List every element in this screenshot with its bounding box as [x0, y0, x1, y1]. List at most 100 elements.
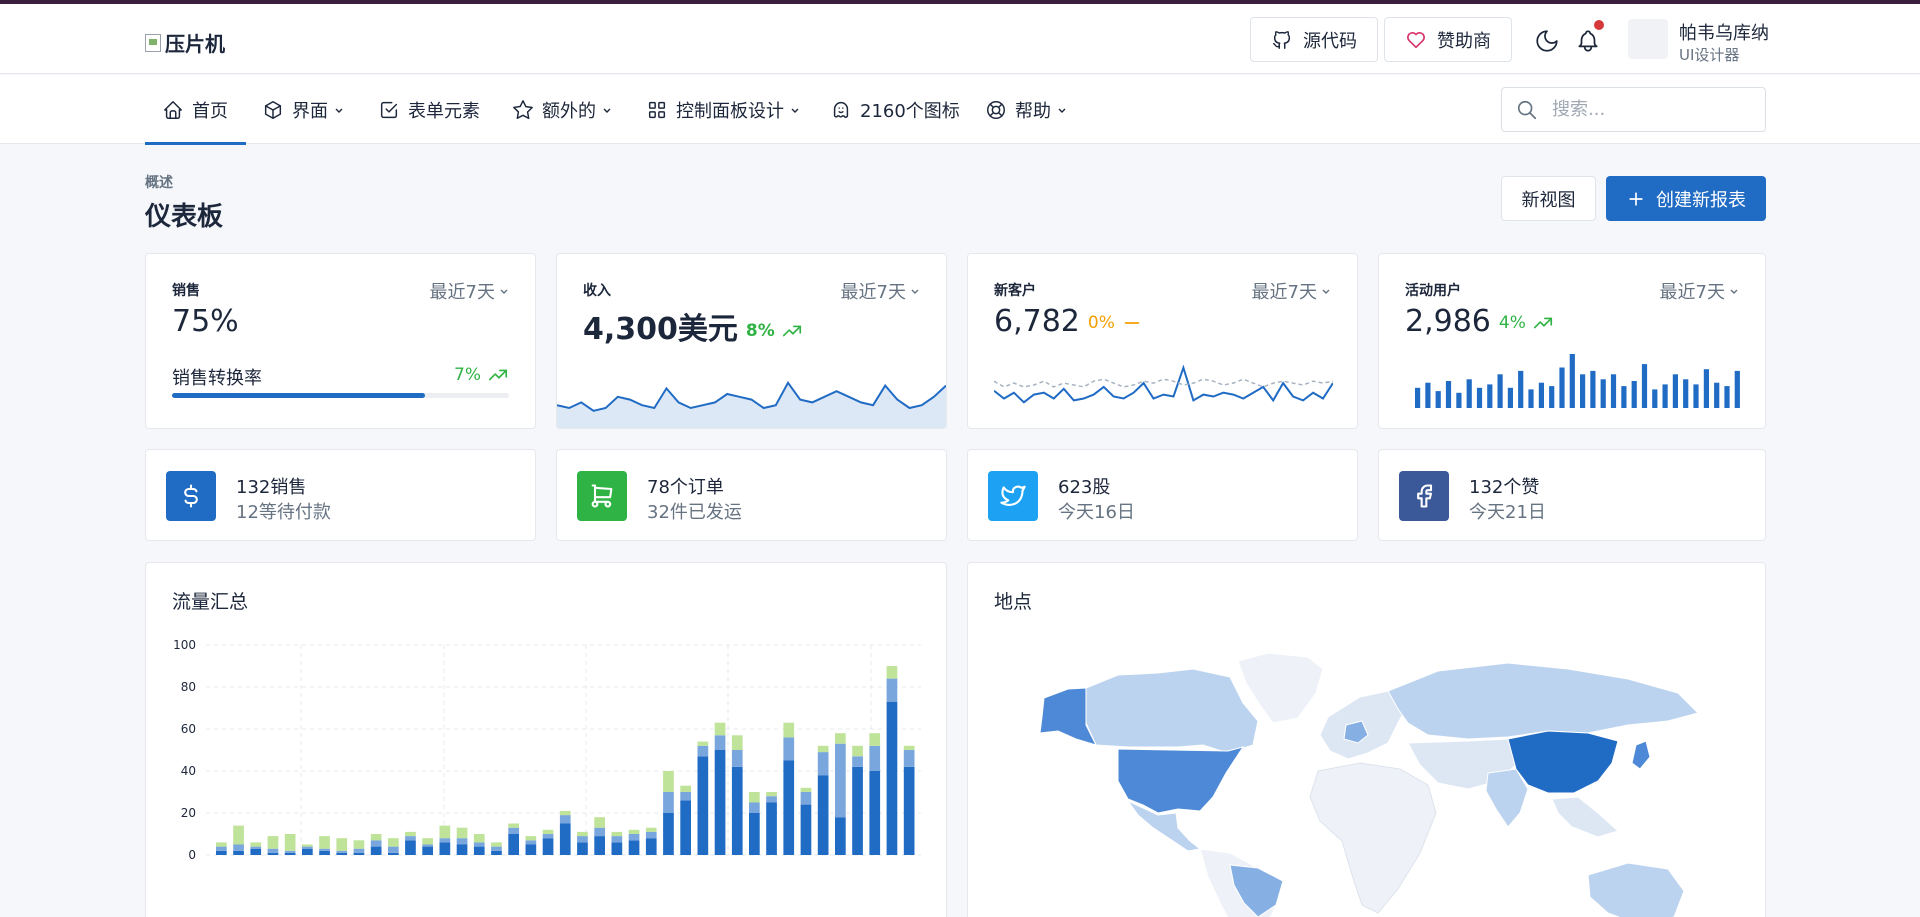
layout-icon — [648, 101, 666, 118]
checkbox-icon — [380, 101, 398, 118]
nav-item-help[interactable]: 帮助 — [985, 75, 1067, 144]
users-bar — [1734, 370, 1740, 408]
revenue-sparkline — [557, 380, 946, 428]
map-region-canada[interactable] — [1085, 668, 1259, 754]
trend: 8% — [746, 320, 803, 342]
traffic-bar — [611, 842, 623, 855]
chevron-down-icon — [603, 108, 611, 113]
source-code-button[interactable]: 源代码 — [1250, 17, 1378, 62]
user-name[interactable]: 帕韦乌库纳 — [1679, 19, 1769, 45]
traffic-bar — [456, 827, 468, 839]
avatar[interactable] — [1628, 19, 1668, 59]
traffic-bar — [869, 733, 881, 746]
traffic-bar — [491, 850, 502, 855]
range-label: 最近7天 — [429, 282, 495, 303]
users-bar — [1662, 384, 1668, 408]
traffic-bar — [766, 792, 777, 797]
nav-item-interface[interactable]: 界面 — [262, 75, 344, 144]
users-bar — [1559, 367, 1565, 408]
mini-subtitle: 今天16日 — [1058, 502, 1135, 523]
traffic-bar — [284, 852, 296, 855]
traffic-bar — [267, 836, 279, 849]
traffic-bar — [903, 766, 915, 855]
create-report-button[interactable]: 创建新报表 — [1606, 176, 1766, 221]
search-box[interactable] — [1501, 87, 1766, 132]
traffic-bar — [302, 844, 313, 847]
bell-icon[interactable] — [1575, 28, 1601, 54]
traffic-bar — [388, 838, 399, 847]
map-region-australia[interactable] — [1587, 862, 1685, 917]
nav-item-extra[interactable]: 额外的 — [512, 75, 612, 144]
traffic-bar — [439, 842, 451, 855]
customers-sparkline — [994, 364, 1333, 404]
traffic-bar — [577, 831, 588, 837]
facebook-icon — [1399, 471, 1449, 521]
range-dropdown[interactable]: 最近7天 — [1660, 278, 1739, 304]
chevron-down-icon — [791, 108, 799, 113]
map-region-southeast-asia[interactable] — [1551, 796, 1619, 838]
nav-item-home[interactable]: 首页 — [162, 75, 228, 144]
stat-value-text: 2,986 — [1405, 304, 1491, 339]
header: 压片机 源代码 赞助商 帕韦乌库纳 UI设计器 — [0, 4, 1920, 74]
map-region-india[interactable] — [1485, 768, 1529, 828]
traffic-bar — [852, 756, 863, 767]
traffic-bar — [336, 852, 348, 855]
moon-icon[interactable] — [1534, 28, 1560, 54]
search-input[interactable] — [1552, 99, 1752, 120]
sponsor-button[interactable]: 赞助商 — [1384, 17, 1512, 62]
users-bar — [1425, 382, 1431, 408]
nav-item-dashboard-design[interactable]: 控制面板设计 — [646, 75, 800, 144]
sales-card: 销售 最近7天 75% 销售转换率 7% — [145, 253, 536, 429]
map-region-africa[interactable] — [1309, 762, 1437, 914]
locations-card: 地点 — [967, 562, 1766, 917]
range-dropdown[interactable]: 最近7天 — [1252, 278, 1331, 304]
cart-icon — [577, 471, 627, 521]
traffic-bar — [835, 743, 846, 818]
traffic-bar — [628, 829, 640, 834]
users-bar — [1600, 379, 1606, 408]
users-bar — [1652, 389, 1658, 408]
traffic-bar — [473, 834, 485, 843]
ghost-icon — [833, 101, 849, 118]
traffic-bar — [697, 745, 709, 757]
new-view-button[interactable]: 新视图 — [1501, 176, 1596, 221]
map-region-russia[interactable] — [1387, 662, 1699, 740]
traffic-bar — [577, 836, 588, 843]
traffic-bar — [645, 827, 657, 832]
active-users-card: 活动用户 最近7天 2,986 4% — [1378, 253, 1766, 429]
traffic-bar — [663, 813, 674, 855]
lifebuoy-icon — [987, 100, 1005, 119]
traffic-bar — [216, 842, 227, 847]
users-bar — [1621, 386, 1627, 408]
traffic-bar — [250, 848, 262, 855]
traffic-bar — [749, 792, 760, 803]
map-region-japan[interactable] — [1631, 740, 1651, 770]
traffic-summary-card: 流量汇总 0 20 40 60 80 100 — [145, 562, 947, 917]
range-dropdown[interactable]: 最近7天 — [841, 278, 920, 304]
broken-image-icon — [145, 33, 161, 52]
trending-up-icon — [782, 325, 801, 336]
logo[interactable]: 压片机 — [145, 28, 225, 57]
traffic-bar — [542, 829, 554, 834]
y-tick-label: 20 — [181, 806, 196, 820]
trend-value: 8% — [745, 320, 775, 341]
traffic-bar — [284, 834, 296, 851]
traffic-bar — [267, 852, 279, 855]
traffic-bar — [783, 722, 795, 738]
traffic-bar — [594, 817, 605, 828]
traffic-bar — [886, 678, 898, 702]
traffic-bar — [645, 831, 657, 839]
users-bar — [1683, 379, 1689, 408]
revenue-card: 收入 最近7天 4,300美元 8% — [556, 253, 947, 429]
traffic-bar — [886, 701, 898, 855]
nav-label: 表单元素 — [408, 100, 480, 122]
nav-item-icons[interactable]: 2160个图标 — [830, 75, 960, 144]
stat-label: 新客户 — [994, 283, 1036, 299]
traffic-bar — [559, 815, 571, 824]
map-region-usa[interactable] — [1117, 746, 1245, 814]
nav-item-form-elements[interactable]: 表单元素 — [378, 75, 480, 144]
users-bar — [1507, 387, 1513, 408]
traffic-bar — [302, 848, 313, 855]
range-dropdown[interactable]: 最近7天 — [430, 278, 509, 304]
users-bar — [1672, 374, 1678, 408]
